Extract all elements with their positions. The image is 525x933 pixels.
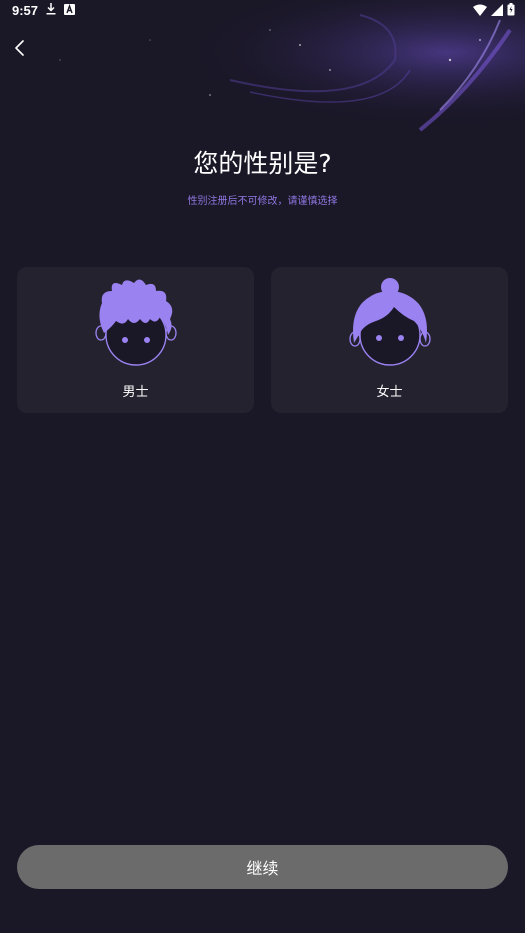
- gender-selection-screen: 9:57 您的性别是? 性别注册后不可修改，请谨慎选择 男士 女士 继续: [0, 0, 525, 933]
- gender-option-label: 男士: [122, 385, 149, 400]
- page-title: 您的性别是?: [193, 149, 332, 178]
- back-button[interactable]: [8, 36, 32, 60]
- gender-option-label: 女士: [376, 385, 403, 400]
- male-avatar-icon: [94, 279, 177, 366]
- page-subtitle: 性别注册后不可修改，请谨慎选择: [187, 196, 338, 207]
- status-left-icons: [46, 3, 75, 15]
- female-avatar-icon: [348, 278, 431, 366]
- continue-button[interactable]: 继续: [17, 845, 508, 889]
- status-time: 9:57: [12, 3, 39, 18]
- galaxy-background-image: [0, 0, 525, 150]
- battery-icon: [507, 3, 515, 16]
- chevron-left-icon: [15, 40, 24, 56]
- a-icon: [64, 3, 75, 15]
- status-right-icons: [473, 3, 515, 16]
- signal-icon: [491, 3, 503, 16]
- download-icon: [46, 3, 56, 15]
- wifi-icon: [473, 4, 487, 16]
- gender-option-male[interactable]: 男士: [17, 267, 254, 413]
- gender-option-female[interactable]: 女士: [271, 267, 508, 413]
- status-bar: 9:57: [0, 0, 525, 22]
